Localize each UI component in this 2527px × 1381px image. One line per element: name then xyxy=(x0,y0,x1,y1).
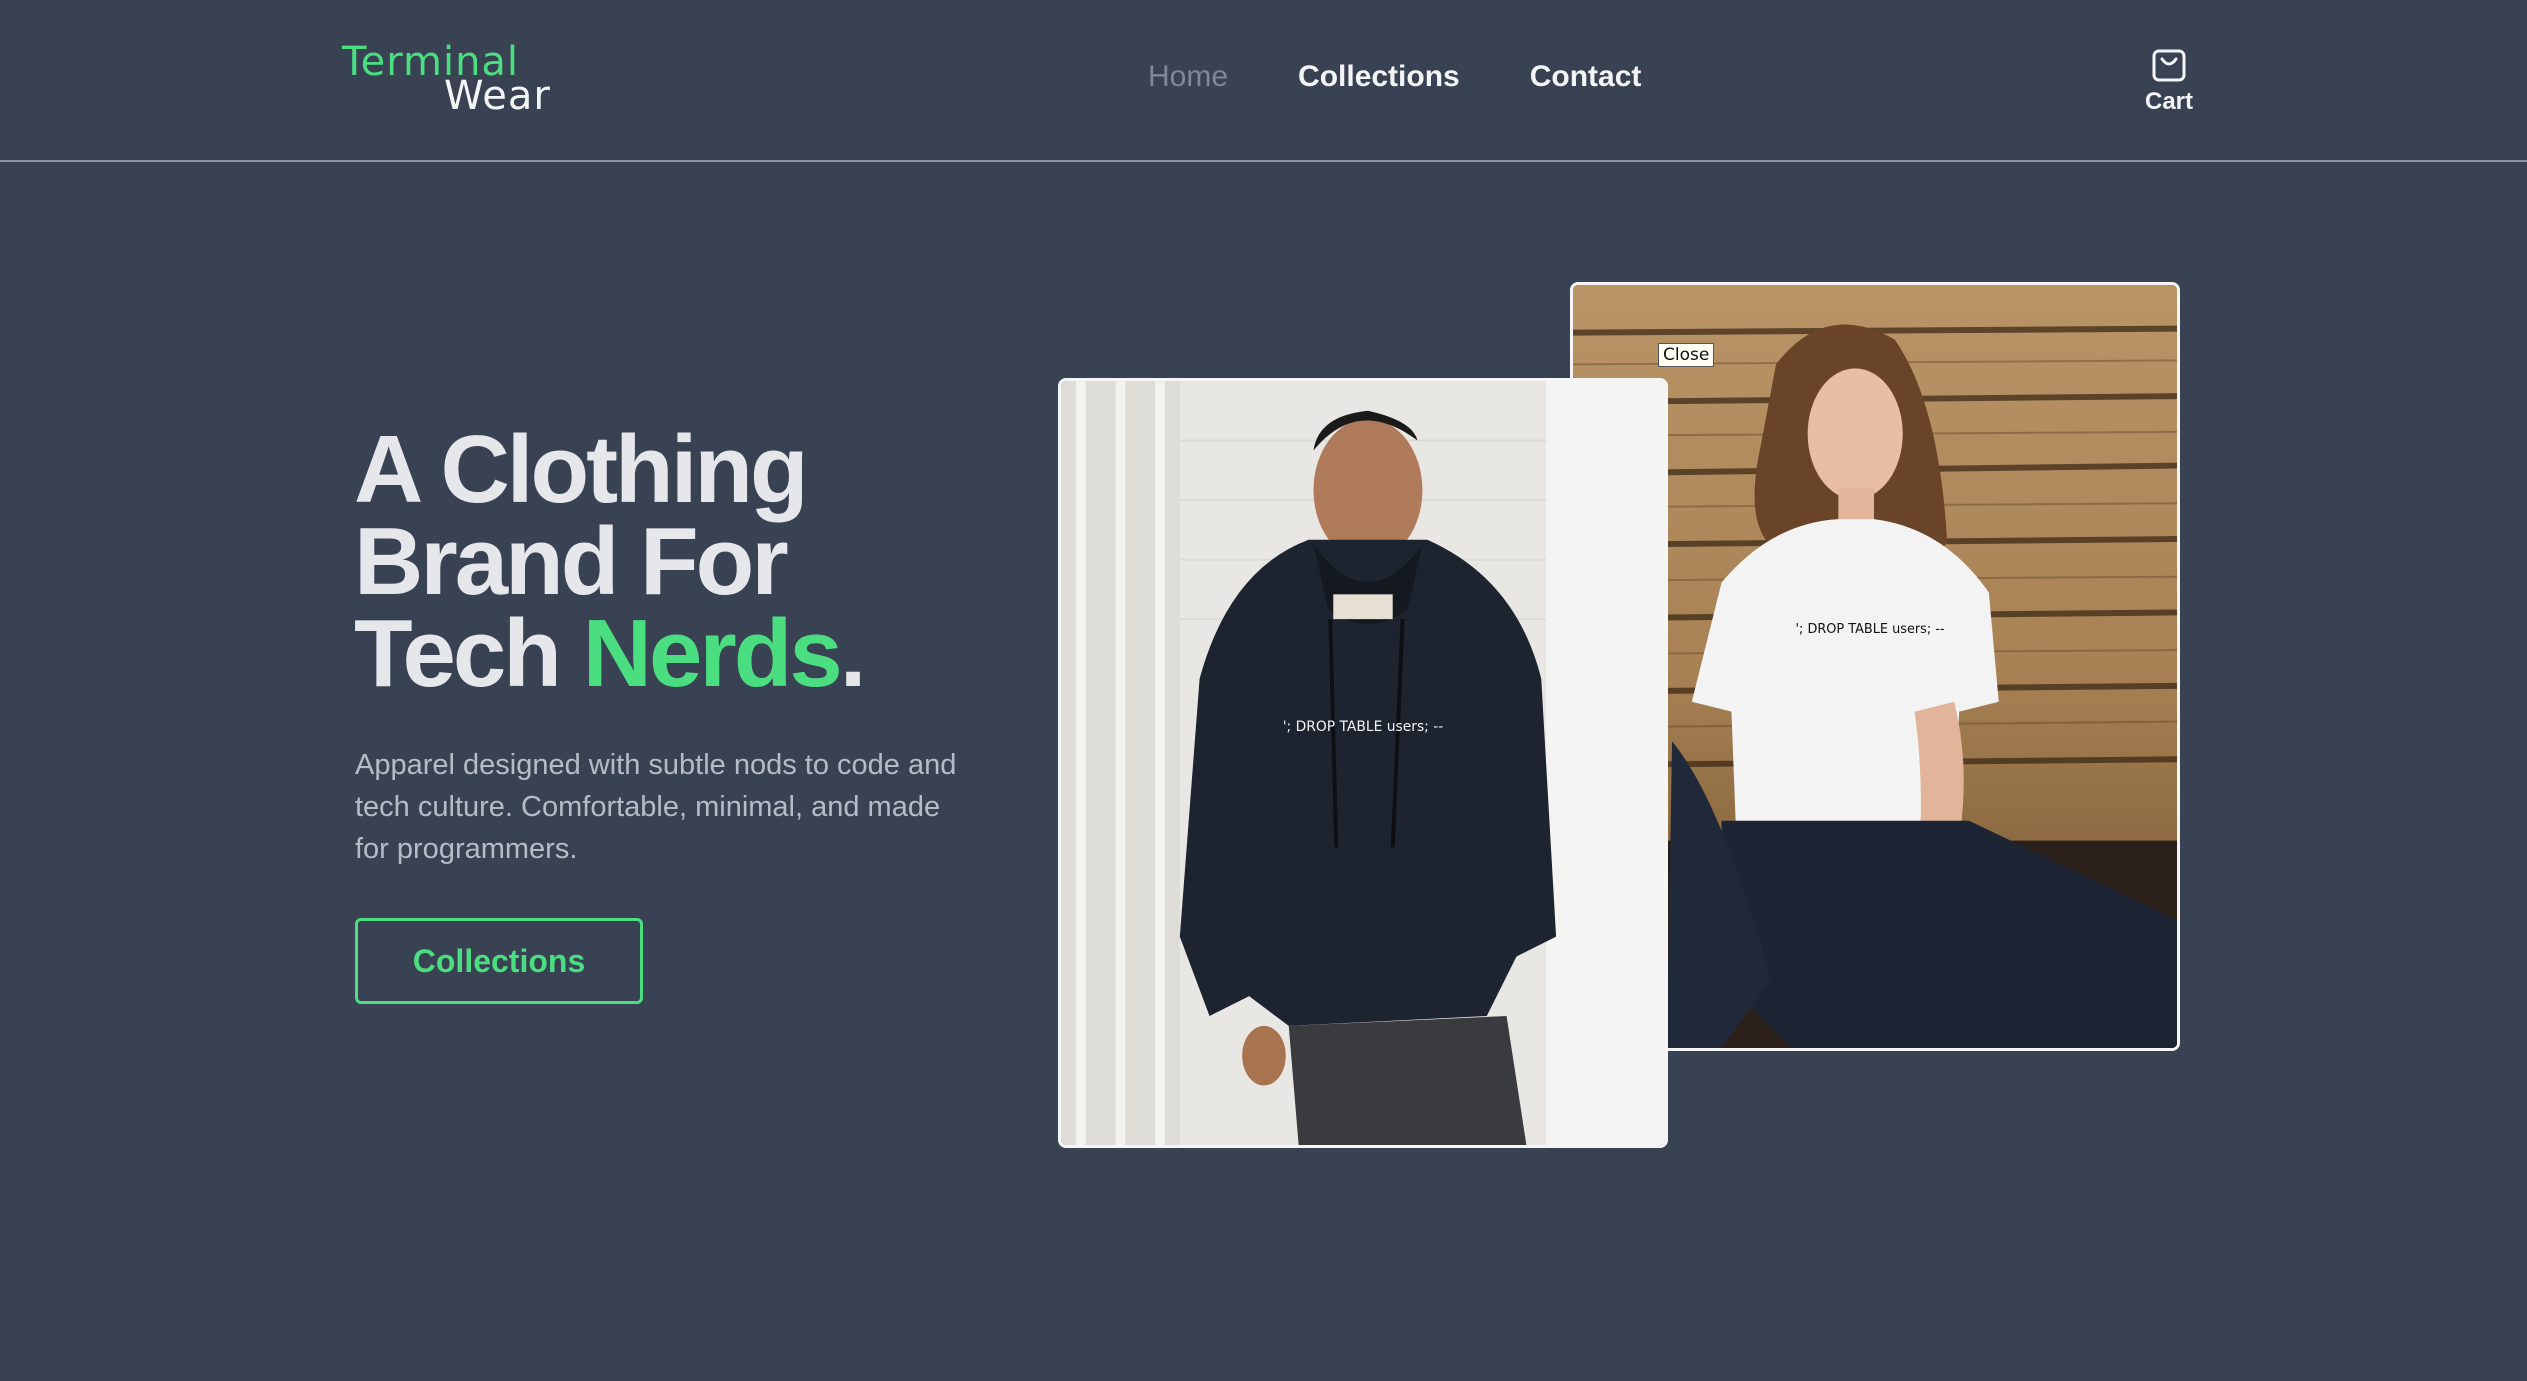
hero-title-line1: A Clothing xyxy=(354,416,809,523)
hoodie-model-photo: '; DROP TABLE users; -- xyxy=(1058,378,1668,1148)
hoodie-print-text: '; DROP TABLE users; -- xyxy=(1283,719,1443,735)
cart-label: Cart xyxy=(2144,88,2193,115)
hero-description: Apparel designed with subtle nods to cod… xyxy=(355,749,957,865)
site-header: Terminal Wear Home Collections Contact C… xyxy=(0,0,2527,162)
nav-home-link[interactable]: Home xyxy=(1148,60,1228,94)
hero-title-line2: Brand For xyxy=(354,508,789,615)
close-button[interactable]: Close xyxy=(1658,343,1715,367)
hero-title-line3-suffix: . xyxy=(839,600,867,707)
brand-logo[interactable]: Terminal Wear xyxy=(342,42,551,116)
collections-button[interactable]: Collections xyxy=(355,918,643,1004)
shopping-bag-icon xyxy=(2152,49,2186,82)
nav-contact-link[interactable]: Contact xyxy=(1530,60,1642,94)
nav-collections-link[interactable]: Collections xyxy=(1298,60,1460,94)
hoodie-model-image: '; DROP TABLE users; -- xyxy=(1061,381,1665,1145)
hero-title-accent: Nerds xyxy=(582,600,843,707)
brand-logo-line2: Wear xyxy=(444,73,551,119)
main-nav: Home Collections Contact xyxy=(1148,60,1641,94)
hero-title: A Clothing Brand For Tech Nerds. xyxy=(354,422,866,702)
hero-title-line3-prefix: Tech xyxy=(354,600,583,707)
tshirt-print-text: '; DROP TABLE users; -- xyxy=(1796,622,1945,637)
cart-button[interactable]: Cart xyxy=(2142,44,2196,116)
